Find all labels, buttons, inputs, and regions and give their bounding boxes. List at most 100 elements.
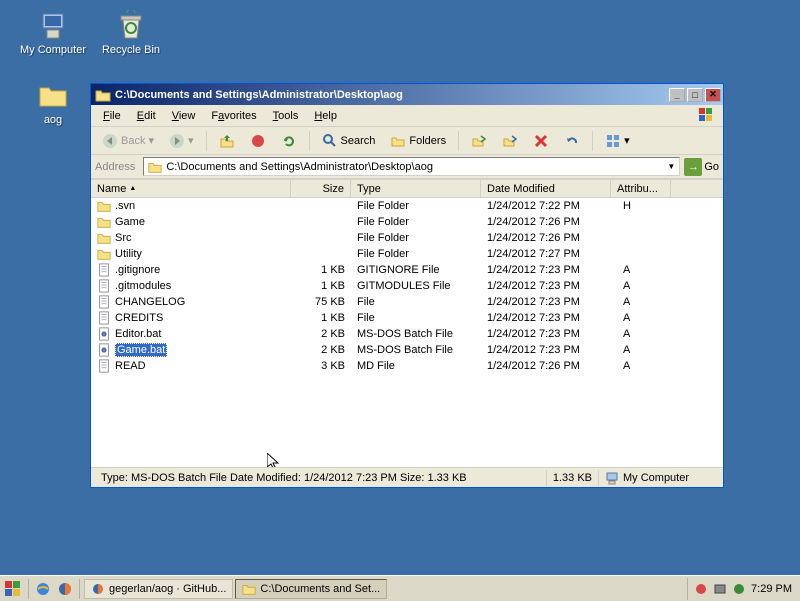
file-date: 1/24/2012 7:27 PM <box>481 248 611 260</box>
quick-launch-ie[interactable] <box>33 579 53 599</box>
file-row[interactable]: .gitignore1 KBGITIGNORE File1/24/2012 7:… <box>91 262 723 278</box>
forward-button[interactable]: ▾ <box>164 131 199 151</box>
file-type: MS-DOS Batch File <box>351 328 481 340</box>
task-explorer[interactable]: C:\Documents and Set... <box>235 579 387 599</box>
file-attr: H <box>611 200 671 212</box>
titlebar[interactable]: C:\Documents and Settings\Administrator\… <box>91 84 723 105</box>
menu-tools[interactable]: Tools <box>265 108 307 124</box>
task-firefox[interactable]: gegerlan/aog · GitHub... <box>84 579 233 599</box>
status-location: My Computer <box>599 470 719 486</box>
delete-button[interactable] <box>528 131 554 151</box>
minimize-button[interactable]: _ <box>669 88 685 102</box>
column-date[interactable]: Date Modified <box>481 180 611 197</box>
file-row[interactable]: .gitmodules1 KBGITMODULES File1/24/2012 … <box>91 278 723 294</box>
file-date: 1/24/2012 7:26 PM <box>481 360 611 372</box>
tray-icon[interactable] <box>732 582 746 596</box>
stop-button[interactable] <box>245 131 271 151</box>
back-button[interactable]: Back ▾ <box>97 131 159 151</box>
file-row[interactable]: .svnFile Folder1/24/2012 7:22 PMH <box>91 198 723 214</box>
computer-icon <box>605 471 619 485</box>
sort-ascending-icon: ▲ <box>129 185 136 192</box>
dropdown-icon[interactable]: ▼ <box>667 162 675 171</box>
go-button[interactable]: → Go <box>684 158 719 176</box>
folder-icon <box>37 80 69 112</box>
views-button[interactable]: ▾ <box>600 131 635 151</box>
copy-to-button[interactable] <box>497 131 523 151</box>
file-list: Name▲ Size Type Date Modified Attribu...… <box>91 179 723 467</box>
column-type[interactable]: Type <box>351 180 481 197</box>
file-name: Editor.bat <box>115 328 161 340</box>
address-input[interactable]: C:\Documents and Settings\Administrator\… <box>143 157 680 176</box>
window-title: C:\Documents and Settings\Administrator\… <box>115 89 669 101</box>
desktop-icon-aog[interactable]: aog <box>18 80 88 126</box>
file-row[interactable]: GameFile Folder1/24/2012 7:26 PM <box>91 214 723 230</box>
file-row[interactable]: CHANGELOG 75 KBFile1/24/2012 7:23 PMA <box>91 294 723 310</box>
menu-edit[interactable]: Edit <box>129 108 164 124</box>
file-name: CHANGELOG <box>115 296 185 308</box>
maximize-button[interactable]: □ <box>687 88 703 102</box>
file-size: 2 KB <box>291 344 351 356</box>
file-size: 1 KB <box>291 312 351 324</box>
file-row[interactable]: Editor.bat2 KBMS-DOS Batch File1/24/2012… <box>91 326 723 342</box>
forward-icon <box>169 133 185 149</box>
file-date: 1/24/2012 7:23 PM <box>481 328 611 340</box>
file-date: 1/24/2012 7:22 PM <box>481 200 611 212</box>
file-row[interactable]: READ3 KBMD File1/24/2012 7:26 PMA <box>91 358 723 374</box>
file-name: Utility <box>115 248 142 260</box>
file-attr: A <box>611 328 671 340</box>
go-arrow-icon: → <box>684 158 702 176</box>
start-button[interactable] <box>2 578 24 600</box>
tray-icon[interactable] <box>694 582 708 596</box>
menu-help[interactable]: Help <box>306 108 345 124</box>
file-date: 1/24/2012 7:23 PM <box>481 344 611 356</box>
file-date: 1/24/2012 7:23 PM <box>481 280 611 292</box>
move-to-button[interactable] <box>466 131 492 151</box>
clock[interactable]: 7:29 PM <box>751 583 792 595</box>
menu-file[interactable]: File <box>95 108 129 124</box>
file-attr: A <box>611 280 671 292</box>
folders-button[interactable]: Folders <box>385 131 451 151</box>
file-attr: A <box>611 296 671 308</box>
file-type: File <box>351 312 481 324</box>
search-button[interactable]: Search <box>317 131 381 151</box>
file-type: MS-DOS Batch File <box>351 344 481 356</box>
quick-launch-firefox[interactable] <box>55 579 75 599</box>
file-row[interactable]: UtilityFile Folder1/24/2012 7:27 PM <box>91 246 723 262</box>
file-date: 1/24/2012 7:23 PM <box>481 296 611 308</box>
file-size: 75 KB <box>291 296 351 308</box>
refresh-button[interactable] <box>276 131 302 151</box>
file-name: Game.bat <box>115 343 167 357</box>
firefox-icon <box>91 582 105 596</box>
folder-icon <box>97 199 111 213</box>
file-date: 1/24/2012 7:23 PM <box>481 264 611 276</box>
menu-view[interactable]: View <box>164 108 204 124</box>
computer-icon <box>37 10 69 42</box>
file-date: 1/24/2012 7:26 PM <box>481 216 611 228</box>
menubar: File Edit View Favorites Tools Help <box>91 105 723 127</box>
file-type: File <box>351 296 481 308</box>
file-row[interactable]: CREDITS1 KBFile1/24/2012 7:23 PMA <box>91 310 723 326</box>
file-row[interactable]: SrcFile Folder1/24/2012 7:26 PM <box>91 230 723 246</box>
undo-button[interactable] <box>559 131 585 151</box>
copy-icon <box>502 133 518 149</box>
column-name[interactable]: Name▲ <box>91 180 291 197</box>
file-name: .svn <box>115 200 135 212</box>
up-button[interactable] <box>214 131 240 151</box>
file-row[interactable]: Game.bat 2 KBMS-DOS Batch File1/24/2012 7… <box>91 342 723 358</box>
stop-icon <box>250 133 266 149</box>
delete-icon <box>533 133 549 149</box>
tray-icon[interactable] <box>713 582 727 596</box>
desktop-icon-recycle-bin[interactable]: Recycle Bin <box>96 10 166 56</box>
file-size: 1 KB <box>291 264 351 276</box>
file-type: GITMODULES File <box>351 280 481 292</box>
menu-favorites[interactable]: Favorites <box>203 108 264 124</box>
desktop-icon-my-computer[interactable]: My Computer <box>18 10 88 56</box>
close-button[interactable]: ✕ <box>705 88 721 102</box>
file-type: GITIGNORE File <box>351 264 481 276</box>
file-type: File Folder <box>351 232 481 244</box>
column-size[interactable]: Size <box>291 180 351 197</box>
folder-icon <box>97 247 111 261</box>
file-date: 1/24/2012 7:23 PM <box>481 312 611 324</box>
folders-icon <box>390 133 406 149</box>
column-attributes[interactable]: Attribu... <box>611 180 671 197</box>
